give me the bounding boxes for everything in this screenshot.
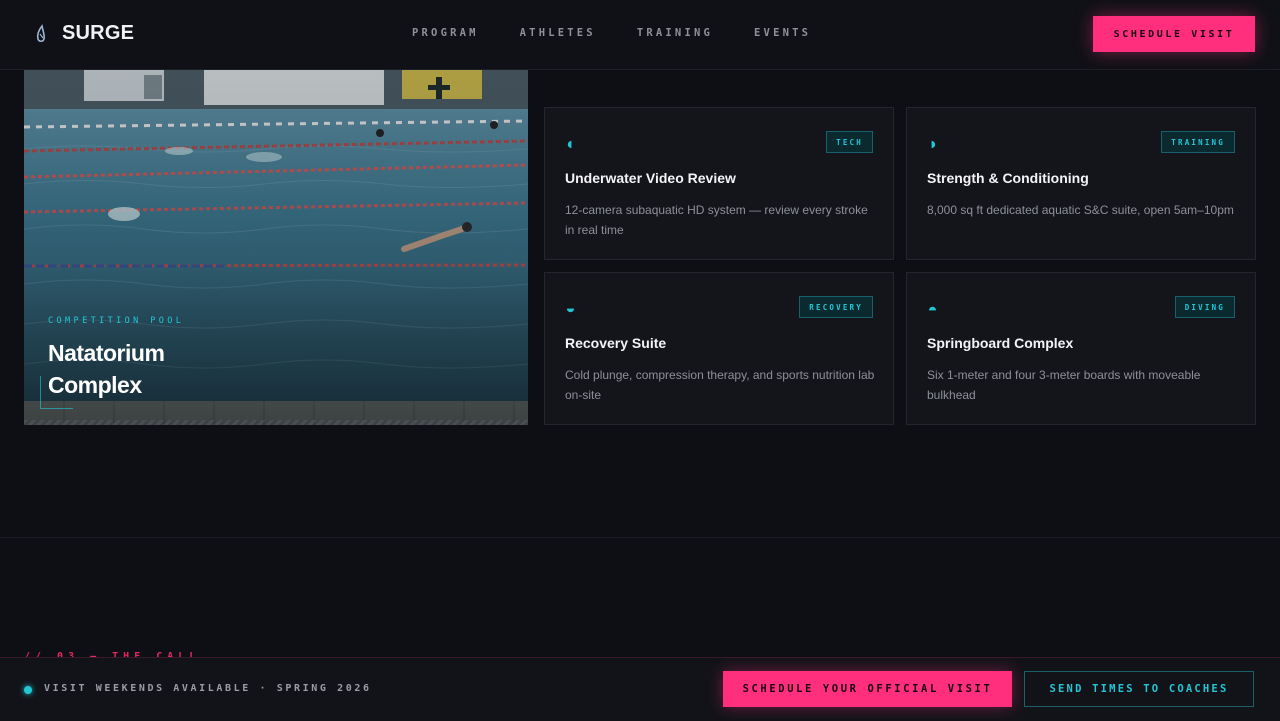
status-dot-icon [24, 686, 32, 694]
half-circle-left-icon [567, 140, 572, 149]
card-title: Underwater Video Review [565, 170, 736, 186]
card-description: Six 1-meter and four 3-meter boards with… [927, 368, 1201, 402]
card-description: 12-camera subaquatic HD system — review … [565, 203, 868, 237]
feature-card-strength[interactable]: TRAINING Strength & Conditioning 8,000 s… [906, 107, 1256, 260]
half-circle-bottom-icon [566, 308, 575, 313]
pool-feature-card[interactable]: COMPETITION POOL Natatorium Complex [24, 69, 528, 425]
feature-card-video-review[interactable]: TECH Underwater Video Review 12-camera s… [544, 107, 894, 260]
card-description: 8,000 sq ft dedicated aquatic S&C suite,… [927, 203, 1234, 217]
feature-card-recovery[interactable]: RECOVERY Recovery Suite Cold plunge, com… [544, 272, 894, 425]
pool-eyebrow: COMPETITION POOL [48, 316, 185, 326]
nav-item-program[interactable]: PROGRAM [412, 27, 479, 39]
brand-name: SURGE [62, 22, 135, 44]
section-divider [0, 537, 1280, 538]
schedule-official-visit-button[interactable]: SCHEDULE YOUR OFFICIAL VISIT [723, 671, 1012, 707]
half-circle-right-icon [931, 140, 936, 149]
water-drop-icon [36, 23, 46, 42]
site-header: SURGE PROGRAM ATHLETES TRAINING EVENTS S… [0, 0, 1280, 70]
brand-logo[interactable]: SURGE [34, 22, 134, 45]
schedule-visit-button[interactable]: SCHEDULE VISIT [1093, 16, 1255, 52]
main-nav: PROGRAM ATHLETES TRAINING EVENTS [412, 27, 811, 39]
hatch-decoration [24, 420, 528, 425]
card-title: Strength & Conditioning [927, 170, 1089, 186]
feature-card-springboard[interactable]: DIVING Springboard Complex Six 1-meter a… [906, 272, 1256, 425]
half-circle-top-icon [928, 306, 937, 311]
nav-item-athletes[interactable]: ATHLETES [520, 27, 596, 39]
corner-bracket-decoration [40, 376, 73, 409]
card-title: Springboard Complex [927, 335, 1074, 351]
card-tag: DIVING [1174, 296, 1235, 318]
nav-item-events[interactable]: EVENTS [754, 27, 811, 39]
pool-title: Natatorium Complex [48, 340, 165, 398]
card-tag: TRAINING [1161, 131, 1235, 153]
nav-item-training[interactable]: TRAINING [637, 27, 713, 39]
card-description: Cold plunge, compression therapy, and sp… [565, 368, 875, 402]
sticky-cta-bar: VISIT WEEKENDS AVAILABLE · SPRING 2026 S… [0, 657, 1280, 721]
card-tag: RECOVERY [799, 296, 873, 318]
availability-status: VISIT WEEKENDS AVAILABLE · SPRING 2026 [44, 683, 372, 694]
card-tag: TECH [826, 131, 873, 153]
send-times-button[interactable]: SEND TIMES TO COACHES [1024, 671, 1254, 707]
card-title: Recovery Suite [565, 335, 667, 351]
